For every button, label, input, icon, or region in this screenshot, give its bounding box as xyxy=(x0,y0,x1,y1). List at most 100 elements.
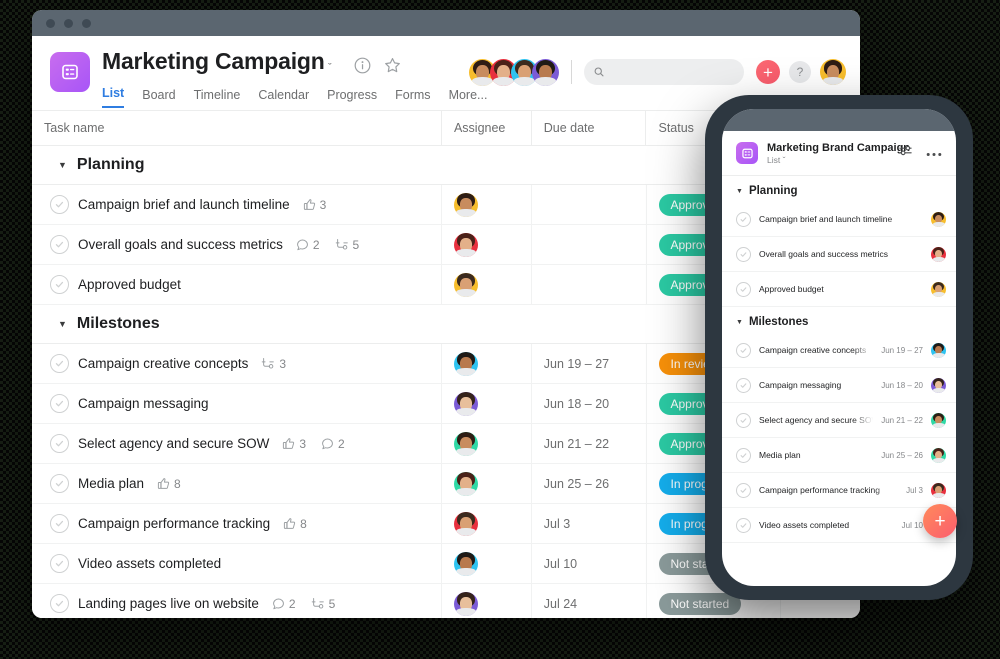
window-minimize-dot[interactable] xyxy=(64,18,73,28)
like-count[interactable]: 3 xyxy=(282,437,306,451)
search-input[interactable] xyxy=(611,65,734,79)
cell-task-name[interactable]: Landing pages live on website 2 5 xyxy=(32,584,441,618)
subtask-count[interactable]: 5 xyxy=(311,597,335,611)
phone-section-header-planning[interactable]: ▼ Planning xyxy=(722,176,956,202)
column-header-task-name[interactable]: Task name xyxy=(32,111,441,145)
cell-assignee[interactable] xyxy=(440,464,531,503)
phone-list-item[interactable]: Campaign creative concepts Jun 19 – 27 xyxy=(722,333,956,368)
phone-list-item[interactable]: Campaign performance tracking Jul 3 xyxy=(722,473,956,508)
complete-task-checkbox[interactable] xyxy=(50,354,69,373)
avatar[interactable] xyxy=(453,192,478,217)
cell-task-name[interactable]: Video assets completed xyxy=(32,544,441,583)
complete-task-checkbox[interactable] xyxy=(50,594,69,613)
column-header-assignee[interactable]: Assignee xyxy=(440,111,531,145)
cell-assignee[interactable] xyxy=(440,225,531,264)
complete-task-checkbox[interactable] xyxy=(736,246,751,262)
subtask-count[interactable]: 5 xyxy=(335,238,359,252)
cell-task-name[interactable]: Select agency and secure SOW 3 2 xyxy=(32,424,441,463)
phone-list-item[interactable]: Campaign messaging Jun 18 – 20 xyxy=(722,368,956,403)
complete-task-checkbox[interactable] xyxy=(50,235,69,254)
complete-task-checkbox[interactable] xyxy=(736,281,751,297)
window-close-dot[interactable] xyxy=(46,18,55,28)
complete-task-checkbox[interactable] xyxy=(736,482,751,498)
avatar[interactable] xyxy=(931,211,946,227)
phone-view-selector[interactable]: List ˇ xyxy=(767,155,889,165)
avatar[interactable] xyxy=(931,246,946,262)
complete-task-checkbox[interactable] xyxy=(50,554,69,573)
complete-task-checkbox[interactable] xyxy=(736,447,751,463)
avatar[interactable] xyxy=(453,351,478,376)
cell-task-name[interactable]: Overall goals and success metrics 2 5 xyxy=(32,225,441,264)
avatar[interactable] xyxy=(931,342,946,358)
chevron-down-icon[interactable]: ▼ xyxy=(58,160,67,170)
sliders-icon[interactable] xyxy=(898,143,913,163)
like-count[interactable]: 8 xyxy=(283,517,307,531)
phone-list-item[interactable]: Approved budget xyxy=(722,272,956,307)
complete-task-checkbox[interactable] xyxy=(50,275,69,294)
complete-task-checkbox[interactable] xyxy=(736,517,751,533)
avatar[interactable] xyxy=(931,447,946,463)
window-maximize-dot[interactable] xyxy=(82,18,91,28)
cell-assignee[interactable] xyxy=(440,344,531,383)
comment-count[interactable]: 2 xyxy=(296,238,320,252)
cell-due-date[interactable]: Jun 19 – 27 xyxy=(530,344,646,383)
add-button[interactable]: + xyxy=(756,60,780,84)
avatar[interactable] xyxy=(532,58,559,86)
comment-count[interactable]: 2 xyxy=(321,437,345,451)
phone-section-header-milestones[interactable]: ▼ Milestones xyxy=(722,307,956,333)
chevron-down-icon[interactable]: ▼ xyxy=(736,188,743,195)
complete-task-checkbox[interactable] xyxy=(50,474,69,493)
avatar[interactable] xyxy=(453,511,478,536)
avatar[interactable] xyxy=(820,59,846,85)
cell-due-date[interactable] xyxy=(530,225,646,264)
cell-assignee[interactable] xyxy=(440,265,531,304)
cell-assignee[interactable] xyxy=(440,504,531,543)
like-count[interactable]: 8 xyxy=(157,477,181,491)
avatar[interactable] xyxy=(453,272,478,297)
avatar[interactable] xyxy=(453,431,478,456)
avatar[interactable] xyxy=(931,377,946,393)
cell-due-date[interactable] xyxy=(530,265,646,304)
cell-due-date[interactable]: Jul 24 xyxy=(530,584,646,618)
search-box[interactable] xyxy=(584,59,744,85)
cell-assignee[interactable] xyxy=(440,544,531,583)
tab-forms[interactable]: Forms xyxy=(395,88,430,108)
phone-list-item[interactable]: Campaign brief and launch timeline xyxy=(722,202,956,237)
complete-task-checkbox[interactable] xyxy=(50,514,69,533)
avatar[interactable] xyxy=(453,551,478,576)
member-avatar-stack[interactable] xyxy=(469,58,559,86)
cell-due-date[interactable]: Jul 3 xyxy=(530,504,646,543)
cell-task-name[interactable]: Approved budget xyxy=(32,265,441,304)
tab-board[interactable]: Board xyxy=(142,88,175,108)
cell-due-date[interactable]: Jul 10 xyxy=(530,544,646,583)
like-count[interactable]: 3 xyxy=(303,198,326,212)
cell-due-date[interactable]: Jun 21 – 22 xyxy=(530,424,646,463)
chevron-down-icon[interactable]: ▼ xyxy=(58,319,67,329)
cell-task-name[interactable]: Media plan 8 xyxy=(32,464,441,503)
cell-task-name[interactable]: Campaign creative concepts 3 xyxy=(32,344,441,383)
avatar[interactable] xyxy=(453,232,478,257)
cell-task-name[interactable]: Campaign messaging xyxy=(32,384,441,423)
avatar[interactable] xyxy=(931,412,946,428)
subtask-count[interactable]: 3 xyxy=(261,357,286,371)
cell-due-date[interactable] xyxy=(530,185,646,224)
phone-add-task-fab[interactable]: + xyxy=(923,504,957,538)
cell-assignee[interactable] xyxy=(440,384,531,423)
complete-task-checkbox[interactable] xyxy=(50,394,69,413)
complete-task-checkbox[interactable] xyxy=(50,434,69,453)
avatar[interactable] xyxy=(453,471,478,496)
column-header-due-date[interactable]: Due date xyxy=(530,111,646,145)
info-circle-icon[interactable] xyxy=(354,57,371,79)
phone-list-item[interactable]: Media plan Jun 25 – 26 xyxy=(722,438,956,473)
cell-assignee[interactable] xyxy=(440,424,531,463)
chevron-down-icon[interactable]: ˇ xyxy=(328,62,332,74)
cell-task-name[interactable]: Campaign brief and launch timeline 3 xyxy=(32,185,441,224)
tab-calendar[interactable]: Calendar xyxy=(258,88,309,108)
cell-assignee[interactable] xyxy=(440,185,531,224)
status-badge[interactable]: Not started xyxy=(658,592,742,615)
avatar[interactable] xyxy=(453,591,478,616)
star-icon[interactable] xyxy=(384,57,401,79)
ellipsis-icon[interactable] xyxy=(926,144,942,162)
cell-due-date[interactable]: Jun 25 – 26 xyxy=(530,464,646,503)
tab-list[interactable]: List xyxy=(102,86,125,108)
